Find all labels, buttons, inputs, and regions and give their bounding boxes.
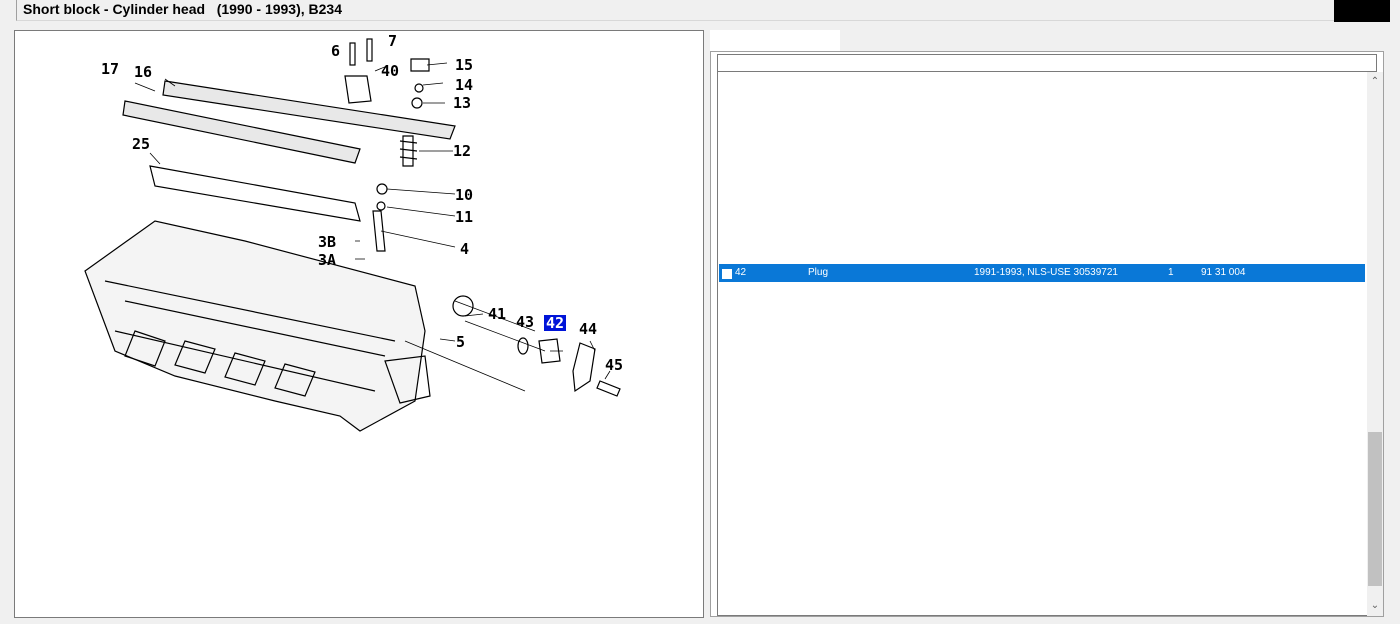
gasket-25 [149,165,361,222]
parts-list-header [717,54,1377,72]
parts-list-body [717,72,1377,616]
callout-45[interactable]: 45 [605,357,623,373]
callout-7[interactable]: 7 [388,33,397,49]
callout-25[interactable]: 25 [132,136,150,152]
bearing-cap [344,75,372,104]
cell-part-number: 91 31 004 [1201,267,1246,278]
cell-remarks: 1991-1993, NLS-USE 30539721 [974,267,1118,278]
callout-10[interactable]: 10 [455,187,473,203]
cylinder-head-exploded-drawing [84,38,621,432]
callout-17[interactable]: 17 [101,61,119,77]
cylinder-head-body [84,220,426,432]
callout-4[interactable]: 4 [460,241,469,257]
parts-list-panel: 42 Plug 1991-1993, NLS-USE 30539721 1 91… [710,51,1384,617]
callout-16[interactable]: 16 [134,64,152,80]
row-checkbox[interactable] [722,269,732,279]
callout-43[interactable]: 43 [516,314,534,330]
bolt-7 [366,38,373,62]
vertical-scrollbar[interactable]: ⌃ ⌄ [1367,72,1383,616]
cell-position: 42 [735,267,747,278]
callout-6[interactable]: 6 [331,43,340,59]
chevron-up-icon[interactable]: ⌃ [1367,74,1383,90]
bolt-6 [349,42,356,66]
callout-12[interactable]: 12 [453,143,471,159]
cell-description: Plug [808,267,829,278]
callout-11[interactable]: 11 [455,209,473,225]
cap-15 [410,58,430,72]
scrollbar-thumb[interactable] [1368,432,1382,586]
callout-3a[interactable]: 3A [318,252,336,268]
callout-42-selected[interactable]: 42 [544,315,567,331]
callout-41[interactable]: 41 [488,306,506,322]
bracket-44 [572,342,596,393]
callout-14[interactable]: 14 [455,77,473,93]
window-title-bar: Short block - Cylinder head (1990 - 1993… [16,0,1335,21]
callout-3b[interactable]: 3B [318,234,336,250]
valve-spring-12 [399,135,418,167]
parts-list-tab[interactable] [710,30,840,52]
chevron-down-icon[interactable]: ⌄ [1367,598,1383,614]
callout-40[interactable]: 40 [381,63,399,79]
cell-quantity: 1 [1168,267,1174,278]
callout-13[interactable]: 13 [453,95,471,111]
callout-5[interactable]: 5 [456,334,465,350]
bolt-45 [596,380,621,397]
table-row[interactable]: 42 Plug 1991-1993, NLS-USE 30539721 1 91… [719,264,1365,282]
callout-15[interactable]: 15 [455,57,473,73]
title-bar-corner-block [1334,0,1390,22]
callout-44[interactable]: 44 [579,321,597,337]
valve-guide-4 [372,210,386,252]
exploded-diagram-panel: 6 7 40 15 14 13 17 16 25 12 10 11 3B 4 3… [14,30,704,618]
window-title: Short block - Cylinder head (1990 - 1993… [23,1,342,17]
